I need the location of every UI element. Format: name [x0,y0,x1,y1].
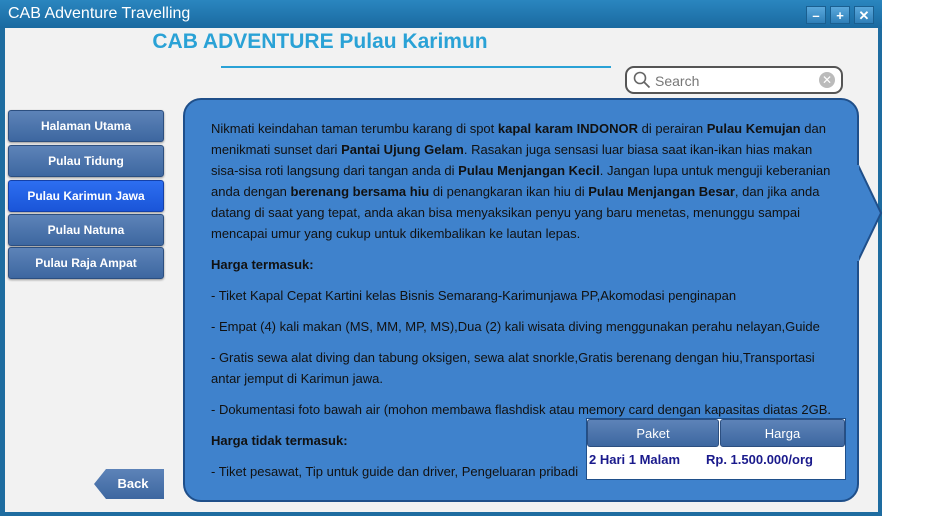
intro-text: di perairan [638,121,707,136]
intro-text: di penangkaran ikan hiu di [429,184,589,199]
included-item: - Empat (4) kali makan (MS, MM, MP, MS),… [211,319,820,334]
sidebar-item-pulau-karimun-jawa[interactable]: Pulau Karimun Jawa [8,180,164,212]
included-item: - Dokumentasi foto bawah air (mohon memb… [211,402,831,417]
description-panel: Nikmati keindahan taman terumbu karang d… [183,98,859,502]
search-input[interactable] [653,71,817,91]
intro-paragraph: Nikmati keindahan taman terumbu karang d… [211,118,841,244]
intro-text: Nikmati keindahan taman terumbu karang d… [211,121,498,136]
price-cell-package: 2 Hari 1 Malam [589,452,681,467]
content-area: CAB ADVENTURE Pulau Karimun ✕ Halaman Ut… [5,28,883,512]
back-button[interactable]: Back [94,469,164,499]
intro-highlight: kapal karam INDONOR [497,121,639,136]
intro-highlight: Pulau Menjangan Kecil [458,163,600,178]
window-title: CAB Adventure Travelling [8,5,191,22]
sidebar-item-pulau-raja-ampat[interactable]: Pulau Raja Ampat [8,247,164,279]
sidebar-item-pulau-natuna[interactable]: Pulau Natuna [8,214,164,246]
intro-highlight: Pantai Ujung Gelam [341,142,464,157]
app-window: CAB Adventure Travelling – + ✕ CAB ADVEN… [0,0,883,516]
sidebar-item-halaman-utama[interactable]: Halaman Utama [8,110,164,142]
sidebar-item-pulau-tidung[interactable]: Pulau Tidung [8,145,164,177]
maximize-button[interactable]: + [830,6,850,24]
clear-icon[interactable]: ✕ [819,72,835,88]
intro-highlight: berenang bersama hiu [290,184,430,199]
search-box[interactable]: ✕ [625,66,843,94]
price-table: Paket Harga 2 Hari 1 Malam Rp. 1.500.000… [586,418,846,480]
included-title: Harga termasuk: [211,257,314,272]
included-item: - Gratis sewa alat diving dan tabung oks… [211,350,815,386]
panel-arrow [857,163,883,263]
price-header-paket: Paket [587,419,719,447]
minimize-button[interactable]: – [806,6,826,24]
title-underline [221,66,611,68]
title-bar[interactable]: CAB Adventure Travelling – + ✕ [0,0,882,28]
price-cell-price: Rp. 1.500.000/org [706,452,813,467]
included-item: - Tiket Kapal Cepat Kartini kelas Bisnis… [211,288,737,303]
search-icon [633,71,651,89]
intro-highlight: Pulau Kemujan [706,121,801,136]
page-title: CAB ADVENTURE Pulau Karimun [152,30,488,53]
excluded-item: - Tiket pesawat, Tip untuk guide dan dri… [211,464,579,479]
price-header-harga: Harga [720,419,845,447]
intro-highlight: Pulau Menjangan Besar [588,184,735,199]
close-button[interactable]: ✕ [854,6,874,24]
